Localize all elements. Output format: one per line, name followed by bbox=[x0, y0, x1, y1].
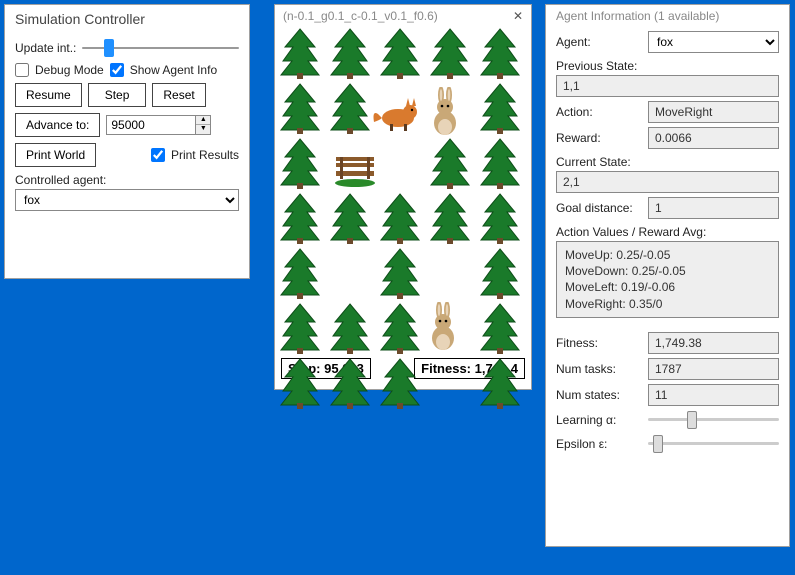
action-value: MoveRight bbox=[648, 101, 779, 123]
world-window: (n-0.1_g0.1_c-0.1_v0.1_f0.6) ✕ Step: 95,… bbox=[274, 4, 532, 390]
world-grid: Step: 95,013 Fitness: 1,749.4 bbox=[275, 27, 531, 387]
print-world-button[interactable]: Print World bbox=[15, 143, 96, 167]
action-value-line: MoveDown: 0.25/-0.05 bbox=[565, 263, 770, 279]
advance-spinner[interactable]: ▲▼ bbox=[196, 115, 211, 135]
hare-icon bbox=[423, 302, 463, 352]
learning-alpha-label: Learning α: bbox=[556, 413, 642, 427]
debug-mode-label: Debug Mode bbox=[35, 63, 104, 77]
tree-icon bbox=[425, 27, 475, 79]
world-title: (n-0.1_g0.1_c-0.1_v0.1_f0.6) bbox=[283, 9, 438, 23]
num-tasks-value: 1787 bbox=[648, 358, 779, 380]
reset-button[interactable]: Reset bbox=[152, 83, 205, 107]
tree-icon bbox=[475, 302, 525, 354]
prev-state-value: 1,1 bbox=[556, 75, 779, 97]
tree-icon bbox=[475, 247, 525, 299]
step-button[interactable]: Step bbox=[88, 83, 147, 107]
num-states-value: 11 bbox=[648, 384, 779, 406]
advance-to-input[interactable] bbox=[106, 115, 196, 135]
current-state-label: Current State: bbox=[556, 155, 779, 169]
learning-alpha-slider[interactable] bbox=[648, 410, 779, 430]
tree-icon bbox=[275, 82, 325, 134]
reward-value: 0.0066 bbox=[648, 127, 779, 149]
action-value-line: MoveUp: 0.25/-0.05 bbox=[565, 247, 770, 263]
agent-info-title: Agent Information (1 available) bbox=[556, 9, 779, 27]
action-values-label: Action Values / Reward Avg: bbox=[556, 225, 779, 239]
tree-icon bbox=[375, 302, 425, 354]
tree-icon bbox=[425, 192, 475, 244]
bench-icon bbox=[330, 147, 380, 187]
tree-icon bbox=[275, 302, 325, 354]
print-results-label: Print Results bbox=[171, 148, 239, 162]
tree-icon bbox=[275, 137, 325, 189]
resume-button[interactable]: Resume bbox=[15, 83, 82, 107]
tree-icon bbox=[425, 137, 475, 189]
show-agent-info-checkbox[interactable] bbox=[110, 63, 124, 77]
agent-select[interactable]: fox bbox=[648, 31, 779, 53]
agent-info-panel: Agent Information (1 available) Agent: f… bbox=[545, 4, 790, 547]
close-icon[interactable]: ✕ bbox=[513, 9, 523, 23]
tree-icon bbox=[475, 357, 525, 409]
update-int-slider[interactable] bbox=[82, 39, 239, 57]
fitness-label: Fitness: bbox=[556, 336, 642, 350]
advance-to-button[interactable]: Advance to: bbox=[15, 113, 100, 137]
tree-icon bbox=[375, 247, 425, 299]
tree-icon bbox=[325, 82, 375, 134]
action-value-line: MoveRight: 0.35/0 bbox=[565, 296, 770, 312]
tree-icon bbox=[375, 27, 425, 79]
sim-title: Simulation Controller bbox=[15, 11, 239, 33]
controlled-agent-select[interactable]: fox bbox=[15, 189, 239, 211]
action-values-box: MoveUp: 0.25/-0.05MoveDown: 0.25/-0.05Mo… bbox=[556, 241, 779, 318]
show-agent-info-label: Show Agent Info bbox=[130, 63, 217, 77]
tree-icon bbox=[375, 357, 425, 409]
tree-icon bbox=[475, 137, 525, 189]
tree-icon bbox=[325, 192, 375, 244]
tree-icon bbox=[325, 357, 375, 409]
agent-label: Agent: bbox=[556, 35, 642, 49]
fox-icon bbox=[370, 92, 420, 134]
simulation-controller-panel: Simulation Controller Update int.: Debug… bbox=[4, 4, 250, 279]
print-results-checkbox[interactable] bbox=[151, 148, 165, 162]
epsilon-label: Epsilon ε: bbox=[556, 437, 642, 451]
tree-icon bbox=[275, 357, 325, 409]
current-state-value: 2,1 bbox=[556, 171, 779, 193]
prev-state-label: Previous State: bbox=[556, 59, 779, 73]
update-int-label: Update int.: bbox=[15, 41, 76, 55]
tree-icon bbox=[275, 247, 325, 299]
tree-icon bbox=[325, 302, 375, 354]
tree-icon bbox=[475, 192, 525, 244]
fitness-value: 1,749.38 bbox=[648, 332, 779, 354]
tree-icon bbox=[325, 27, 375, 79]
tree-icon bbox=[275, 27, 325, 79]
tree-icon bbox=[275, 192, 325, 244]
tree-icon bbox=[475, 82, 525, 134]
debug-mode-checkbox[interactable] bbox=[15, 63, 29, 77]
action-label: Action: bbox=[556, 105, 642, 119]
epsilon-slider[interactable] bbox=[648, 434, 779, 454]
tree-icon bbox=[475, 27, 525, 79]
reward-label: Reward: bbox=[556, 131, 642, 145]
action-value-line: MoveLeft: 0.19/-0.06 bbox=[565, 279, 770, 295]
tree-icon bbox=[375, 192, 425, 244]
hare-icon bbox=[425, 87, 465, 137]
goal-distance-value: 1 bbox=[648, 197, 779, 219]
num-states-label: Num states: bbox=[556, 388, 642, 402]
num-tasks-label: Num tasks: bbox=[556, 362, 642, 376]
goal-distance-label: Goal distance: bbox=[556, 201, 642, 215]
controlled-agent-label: Controlled agent: bbox=[15, 173, 239, 187]
